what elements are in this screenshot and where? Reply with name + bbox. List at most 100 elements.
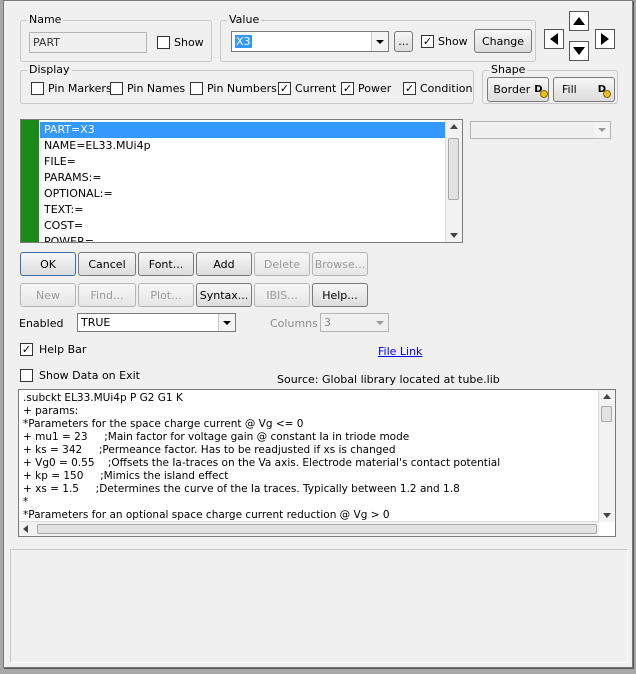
fill-button-label: Fill [562,83,577,96]
name-show-toggle[interactable]: Show [157,36,204,49]
shape-group-title: Shape [489,63,528,76]
power-toggle[interactable]: ✓ Power [341,82,391,95]
code-line: + xs = 1.5 ;Determines the curve of the … [23,483,460,495]
condition-label: Condition [420,82,473,95]
help-bar-checkbox[interactable]: ✓ [20,343,33,356]
arrow-left-icon [550,33,558,45]
enabled-value: TRUE [81,316,111,329]
value-show-toggle[interactable]: ✓ Show [421,35,468,48]
value-show-checkbox[interactable]: ✓ [421,35,434,48]
list-item[interactable]: TEXT:= [40,202,446,218]
fill-button[interactable]: Fill D [553,77,615,102]
cancel-button[interactable]: Cancel [78,252,136,276]
new-button[interactable]: New [20,283,76,307]
model-text-area[interactable]: .subckt EL33.MUi4p P G2 G1 K + params: *… [18,389,616,537]
attribute-color-bar [21,120,39,242]
columns-value: 3 [324,316,331,329]
font-button[interactable]: Font... [138,252,194,276]
scroll-up-icon[interactable] [450,124,458,129]
condition-toggle[interactable]: ✓ Condition [403,82,473,95]
power-checkbox[interactable]: ✓ [341,82,354,95]
enabled-dropdown[interactable]: TRUE [77,313,236,332]
attribute-list-scroll-thumb[interactable] [448,138,459,200]
attribute-value-dropdown[interactable] [470,121,611,139]
syntax-button[interactable]: Syntax... [196,283,252,307]
move-down-button[interactable] [569,41,589,61]
current-toggle[interactable]: ✓ Current [278,82,336,95]
code-line: * [23,496,29,508]
model-text-lines: .subckt EL33.MUi4p P G2 G1 K + params: *… [23,392,597,522]
value-show-label: Show [438,35,468,48]
code-line: + params: [23,405,79,417]
pin-names-label: Pin Names [127,82,186,95]
model-text-vscroll-thumb[interactable] [601,406,612,422]
move-up-button[interactable] [569,11,589,31]
list-item[interactable]: POWER= [40,234,446,242]
help-bar-toggle[interactable]: ✓ Help Bar [20,343,86,356]
name-show-checkbox[interactable] [157,36,170,49]
code-line: + ks = 342 ;Permeance factor. Has to be … [23,444,396,456]
condition-checkbox[interactable]: ✓ [403,82,416,95]
browse-button[interactable]: Browse... [312,252,368,276]
code-line: .subckt EL33.MUi4p P G2 G1 K [23,392,183,404]
border-button[interactable]: Border D [487,77,549,102]
model-text-hscrollbar[interactable] [19,521,599,536]
pin-names-toggle[interactable]: Pin Names [110,82,185,95]
attribute-value-dropdown-arrow[interactable] [594,122,610,138]
list-item[interactable]: COST= [40,218,446,234]
pin-numbers-toggle[interactable]: Pin Numbers [190,82,277,95]
model-text-vscrollbar[interactable] [598,390,615,522]
list-item[interactable]: PARAMS:= [40,170,446,186]
find-button[interactable]: Find... [78,283,136,307]
paint-tool-icon: D [598,84,611,98]
scroll-up-icon[interactable] [603,394,611,399]
plot-button[interactable]: Plot... [138,283,194,307]
value-dropdown-arrow[interactable] [371,32,388,51]
list-item[interactable]: PART=X3 [40,122,446,138]
name-show-label: Show [174,36,204,49]
help-button[interactable]: Help... [312,283,368,307]
shape-group: Shape Border D Fill D [482,63,618,104]
arrow-right-icon [601,33,609,45]
pin-names-checkbox[interactable] [110,82,123,95]
pin-numbers-checkbox[interactable] [190,82,203,95]
show-data-on-exit-checkbox[interactable] [20,369,33,382]
name-field[interactable]: PART [29,32,147,53]
chevron-down-icon [598,128,606,132]
enabled-dropdown-arrow[interactable] [218,314,235,331]
attribute-list-scrollbar[interactable] [445,120,462,242]
name-group-title: Name [27,13,64,26]
ibis-button[interactable]: IBIS... [254,283,310,307]
value-combobox[interactable]: X3 [231,31,389,52]
scroll-left-icon[interactable] [23,525,28,533]
pin-markers-toggle[interactable]: Pin Markers [31,82,112,95]
display-group-title: Display [27,63,72,76]
name-group: Name PART Show [20,13,212,62]
show-data-on-exit-label: Show Data on Exit [39,369,140,382]
scroll-down-icon[interactable] [603,513,611,518]
arrow-down-icon [573,47,585,55]
pin-markers-checkbox[interactable] [31,82,44,95]
columns-dropdown[interactable]: 3 [320,313,389,332]
list-item[interactable]: FILE= [40,154,446,170]
scroll-down-icon[interactable] [450,233,458,238]
attribute-dialog: Name PART Show Value X3 ... ✓ Show Chang… [3,0,633,668]
list-item[interactable]: NAME=EL33.MUi4p [40,138,446,154]
columns-dropdown-arrow[interactable] [372,314,388,331]
model-text-hscroll-thumb[interactable] [37,524,597,534]
move-left-button[interactable] [544,29,564,49]
value-browse-button[interactable]: ... [394,31,413,52]
delete-button[interactable]: Delete [254,252,310,276]
attribute-list[interactable]: PART=X3 NAME=EL33.MUi4p FILE= PARAMS:= O… [20,119,463,243]
change-button[interactable]: Change [474,29,532,53]
move-right-button[interactable] [595,29,615,49]
attribute-items: PART=X3 NAME=EL33.MUi4p FILE= PARAMS:= O… [40,122,446,242]
code-line: *Parameters for the space charge current… [23,418,304,430]
show-data-on-exit-toggle[interactable]: Show Data on Exit [20,369,140,382]
ok-button[interactable]: OK [20,252,76,276]
source-text: Source: Global library located at tube.l… [277,373,500,386]
file-link[interactable]: File Link [378,345,422,358]
add-button[interactable]: Add [196,252,252,276]
current-checkbox[interactable]: ✓ [278,82,291,95]
list-item[interactable]: OPTIONAL:= [40,186,446,202]
